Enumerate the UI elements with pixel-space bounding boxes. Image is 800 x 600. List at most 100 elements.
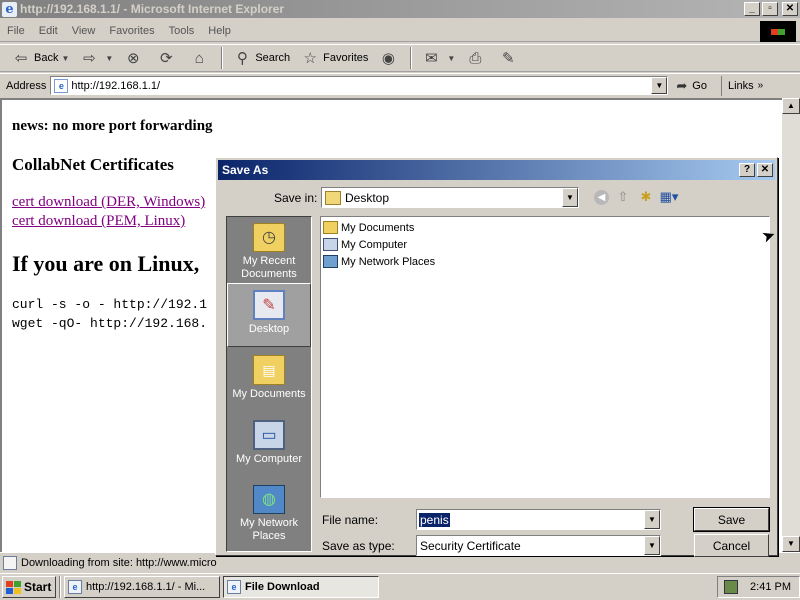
task-file-download[interactable]: e File Download	[223, 576, 379, 598]
file-list[interactable]: My Documents My Computer My Network Plac…	[320, 216, 770, 498]
place-recent-documents[interactable]: ◷ My Recent Documents	[227, 217, 311, 281]
save-as-type-combo[interactable]: Security Certificate ▼	[416, 535, 661, 556]
recent-documents-icon: ◷	[253, 223, 285, 252]
place-network-places[interactable]: ◍ My Network Places	[227, 479, 311, 543]
favorites-icon: ☆	[303, 50, 317, 67]
download-task-icon: e	[227, 580, 241, 594]
stop-button[interactable]: ⊗	[118, 46, 151, 70]
start-button[interactable]: Start	[2, 576, 56, 598]
refresh-icon: ⟳	[160, 50, 173, 67]
file-name-dropdown-icon[interactable]: ▼	[644, 510, 660, 529]
status-text: Downloading from site: http://www.micro	[21, 556, 217, 569]
back-dropdown-icon[interactable]: ▼	[61, 54, 69, 63]
view-menu-icon[interactable]: ▦▾	[660, 188, 679, 206]
ie-title-bar[interactable]: e http://192.168.1.1/ - Microsoft Intern…	[0, 0, 800, 18]
go-button[interactable]: ➦ Go	[676, 78, 707, 94]
favorites-label: Favorites	[323, 52, 369, 64]
save-button[interactable]: Save	[693, 507, 770, 532]
links-button[interactable]: Links »	[720, 75, 763, 96]
file-item-label: My Network Places	[341, 255, 436, 268]
desktop-icon: ✎	[253, 290, 285, 320]
address-input[interactable]: e http://192.168.1.1/ ▼	[50, 76, 669, 95]
start-label: Start	[24, 580, 52, 594]
refresh-button[interactable]: ⟳	[151, 46, 184, 70]
scroll-up-icon[interactable]: ▲	[782, 98, 800, 114]
file-name-input[interactable]: penis ▼	[416, 509, 661, 530]
clock[interactable]: 2:41 PM	[750, 581, 791, 593]
dialog-title: Save As	[222, 163, 269, 177]
tray-network-icon[interactable]	[724, 580, 739, 594]
close-button[interactable]: ✕	[782, 2, 798, 16]
place-my-computer[interactable]: ▭ My Computer	[227, 414, 311, 478]
restore-button[interactable]: ▫	[762, 2, 778, 16]
menu-tools[interactable]: Tools	[162, 25, 202, 37]
mail-button[interactable]: ✉ ▼	[416, 46, 460, 70]
computer-icon	[323, 238, 338, 251]
forward-button[interactable]: ⇨ ▼	[74, 46, 118, 70]
place-desktop[interactable]: ✎ Desktop	[227, 283, 311, 347]
up-folder-icon[interactable]: ⇧	[614, 188, 632, 206]
file-name-label: File name:	[322, 513, 379, 527]
address-url[interactable]: http://192.168.1.1/	[71, 80, 160, 92]
task-ie-window[interactable]: e http://192.168.1.1/ - Mi...	[64, 576, 220, 598]
my-documents-icon: ▤	[253, 355, 285, 385]
menu-file[interactable]: File	[0, 25, 32, 37]
dialog-title-bar[interactable]: Save As ? ✕	[218, 160, 775, 180]
file-name-value[interactable]: penis	[419, 512, 450, 527]
search-button[interactable]: ⚲ Search	[227, 46, 295, 70]
menu-help[interactable]: Help	[201, 25, 238, 37]
save-in-label: Save in:	[274, 191, 318, 205]
back-icon[interactable]: ◀	[594, 189, 609, 205]
links-label: Links	[727, 79, 754, 92]
news-text: news: no more port forwarding	[12, 118, 213, 134]
menu-edit[interactable]: Edit	[32, 25, 65, 37]
save-as-type-dropdown-icon[interactable]: ▼	[644, 536, 660, 555]
place-my-documents[interactable]: ▤ My Documents	[227, 349, 311, 413]
search-label: Search	[255, 52, 291, 64]
vertical-scrollbar[interactable]: ▲ ▼	[782, 98, 800, 552]
address-dropdown-icon[interactable]: ▼	[651, 77, 668, 94]
my-computer-icon: ▭	[253, 420, 285, 450]
dialog-help-button[interactable]: ?	[739, 163, 755, 177]
network-places-icon: ◍	[253, 485, 285, 514]
file-item-my-computer[interactable]: My Computer	[323, 238, 407, 251]
address-label: Address	[6, 79, 47, 92]
back-button[interactable]: ⇦ Back ▼	[6, 46, 74, 70]
system-tray: 2:41 PM	[717, 576, 800, 598]
place-label: My Network Places	[239, 517, 299, 542]
desktop-folder-icon	[325, 190, 341, 205]
place-label: My Recent Documents	[241, 255, 297, 280]
folder-icon	[323, 221, 338, 234]
print-button[interactable]: ⎙	[460, 46, 493, 70]
save-in-combo[interactable]: Desktop ▼	[321, 187, 579, 208]
curl-command: curl -s -o - http://192.1	[12, 297, 208, 312]
scroll-down-icon[interactable]: ▼	[782, 536, 800, 552]
back-label: Back	[34, 52, 59, 64]
file-item-my-documents[interactable]: My Documents	[323, 221, 414, 234]
menu-favorites[interactable]: Favorites	[102, 25, 161, 37]
minimize-button[interactable]: _	[744, 2, 760, 16]
cert-pem-link[interactable]: cert download (PEM, Linux)	[12, 213, 185, 230]
taskbar-separator	[59, 576, 61, 598]
cancel-button[interactable]: Cancel	[694, 534, 769, 557]
media-icon: ◉	[381, 50, 395, 67]
media-button[interactable]: ◉	[373, 46, 406, 70]
save-as-type-label: Save as type:	[322, 539, 395, 553]
ie-task-icon: e	[68, 580, 82, 594]
back-arrow-icon: ⇦	[14, 50, 28, 67]
mail-dropdown-icon[interactable]: ▼	[447, 54, 455, 63]
save-as-type-value: Security Certificate	[420, 538, 521, 553]
save-in-dropdown-icon[interactable]: ▼	[562, 188, 578, 207]
home-button[interactable]: ⌂	[184, 46, 217, 70]
forward-dropdown-icon[interactable]: ▼	[105, 54, 113, 63]
dialog-close-button[interactable]: ✕	[757, 163, 773, 177]
go-arrow-icon: ➦	[676, 77, 688, 93]
file-item-network-places[interactable]: My Network Places	[323, 255, 435, 268]
dialog-nav-icons: ◀ ⇧ ✱ ▦▾	[594, 188, 683, 206]
menu-view[interactable]: View	[65, 25, 103, 37]
new-folder-icon[interactable]: ✱	[637, 188, 655, 206]
favorites-button[interactable]: ☆ Favorites	[295, 46, 373, 70]
edit-icon: ✎	[502, 50, 515, 67]
edit-button[interactable]: ✎	[493, 46, 526, 70]
cert-der-link[interactable]: cert download (DER, Windows)	[12, 194, 205, 211]
